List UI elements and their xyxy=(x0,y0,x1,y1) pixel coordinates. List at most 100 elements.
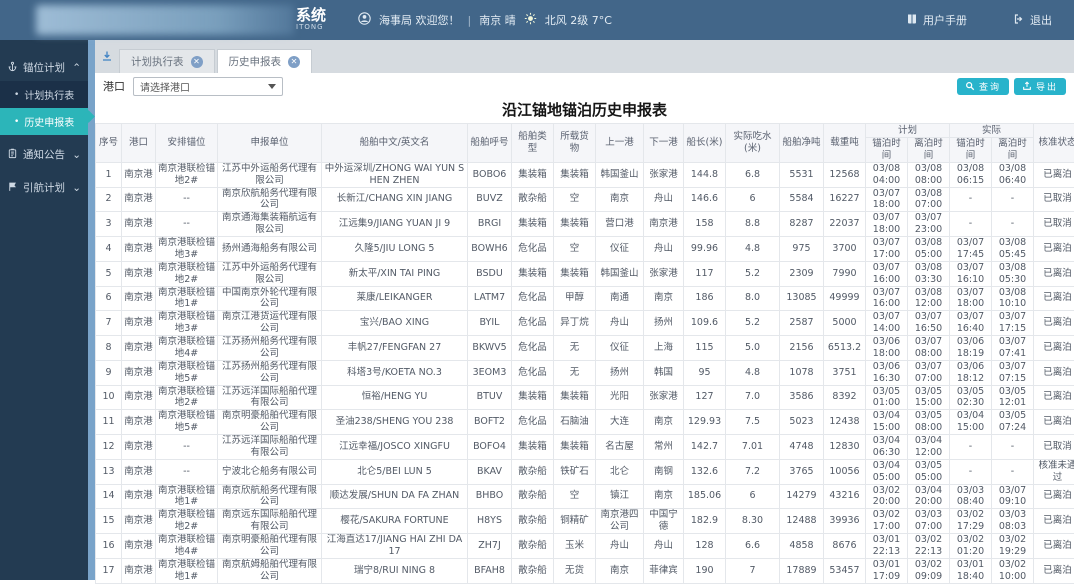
table-row[interactable]: 3南京港--南京通海集装箱航运有限公司江远集9/JIANG YUAN JI 9B… xyxy=(96,212,1074,237)
table-cell: 03/07 18:00 xyxy=(866,187,908,212)
table-cell: H8YS xyxy=(468,509,512,534)
table-cell: 5023 xyxy=(780,410,824,435)
export-button[interactable]: 导出 xyxy=(1014,78,1066,95)
table-row[interactable]: 7南京港南京港联检锚地3#南京江港货运代理有限公司宝兴/BAO XINGBYIL… xyxy=(96,311,1074,336)
table-row[interactable]: 4南京港南京港联检锚地3#扬州通海船务有限公司久隆5/JIU LONG 5BOW… xyxy=(96,237,1074,262)
table-cell: 03/02 22:13 xyxy=(908,534,950,559)
table-cell: 舟山 xyxy=(596,311,644,336)
table-cell: 03/08 04:00 xyxy=(866,162,908,187)
table-cell: 03/07 16:40 xyxy=(950,311,992,336)
table-cell: 舟山 xyxy=(596,534,644,559)
welcome-text: 海事局 欢迎您！ xyxy=(379,12,460,28)
table-row[interactable]: 13南京港--宁波北仑船务有限公司北仑5/BEI LUN 5BKAV散杂船铁矿石… xyxy=(96,459,1074,484)
table-row[interactable]: 14南京港南京港联检锚地1#南京欣航船务代理有限公司顺达发展/SHUN DA F… xyxy=(96,484,1074,509)
table-cell: 已离泊 xyxy=(1034,261,1074,286)
download-icon[interactable] xyxy=(101,47,113,66)
table-cell: 无 xyxy=(554,336,596,361)
table-cell: 8 xyxy=(96,336,122,361)
table-cell: 空 xyxy=(554,484,596,509)
query-label: 查询 xyxy=(979,80,1001,93)
table-cell: 铁矿石 xyxy=(554,459,596,484)
redacted-logo xyxy=(36,5,294,35)
query-button[interactable]: 查询 xyxy=(957,78,1009,95)
close-icon[interactable]: ✕ xyxy=(191,56,203,68)
table-cell: 12488 xyxy=(780,509,824,534)
sidebar-item-history-declaration[interactable]: • 历史申报表 xyxy=(0,108,88,135)
table-row[interactable]: 8南京港南京港联检锚地4#江苏扬州船务代理有限公司丰帆27/FENGFAN 27… xyxy=(96,336,1074,361)
tab-history-declaration[interactable]: 历史申报表 ✕ xyxy=(217,49,313,73)
table-row[interactable]: 5南京港南京港联检锚地2#江苏中外运船务代理有限公司新太平/XIN TAI PI… xyxy=(96,261,1074,286)
table-cell: 营口港 xyxy=(596,212,644,237)
table-row[interactable]: 17南京港南京港联检锚地1#南京航姆船舶代理有限公司瑞宁8/RUI NING 8… xyxy=(96,558,1074,583)
main-content: 计划执行表 ✕ 历史申报表 ✕ 港口 请选择港口 查询 导出 沿江锚地锚泊历史申… xyxy=(95,40,1074,580)
sidebar-group-anchor-plan[interactable]: 锚位计划 ⌃ xyxy=(0,54,88,81)
table-cell: 已离泊 xyxy=(1034,558,1074,583)
column-header: 船长(米) xyxy=(684,124,726,163)
table-cell: 已离泊 xyxy=(1034,162,1074,187)
column-header: 港口 xyxy=(122,124,156,163)
table-cell: 129.93 xyxy=(684,410,726,435)
table-cell: 109.6 xyxy=(684,311,726,336)
chevron-down-icon: ⌄ xyxy=(72,182,81,194)
table-cell: 3751 xyxy=(824,360,866,385)
table-row[interactable]: 1南京港南京港联检锚地2#江苏中外运船务代理有限公司中外运深圳/ZHONG WA… xyxy=(96,162,1074,187)
table-row[interactable]: 10南京港南京港联检锚地2#江苏远洋国际船舶代理有限公司恒裕/HENG YUBT… xyxy=(96,385,1074,410)
table-cell: 科塔3号/KOETA NO.3 xyxy=(322,360,468,385)
table-cell: 舟山 xyxy=(644,534,684,559)
sidebar: 锚位计划 ⌃ • 计划执行表 • 历史申报表 通知公告 ⌄ 引航计划 ⌄ xyxy=(0,40,88,580)
table-cell: 4.8 xyxy=(726,360,780,385)
table-cell: 03/07 16:50 xyxy=(908,311,950,336)
table-cell: 集装箱 xyxy=(512,385,554,410)
table-cell: 03/07 18:00 xyxy=(866,212,908,237)
table-row[interactable]: 9南京港南京港联检锚地5#江苏扬州船务代理有限公司科塔3号/KOETA NO.3… xyxy=(96,360,1074,385)
table-cell: 南京港联检锚地3# xyxy=(156,311,218,336)
close-icon[interactable]: ✕ xyxy=(288,56,300,68)
table-cell: 8392 xyxy=(824,385,866,410)
export-label: 导出 xyxy=(1036,80,1058,93)
tab-plan-execution[interactable]: 计划执行表 ✕ xyxy=(119,49,215,73)
sidebar-item-label: 历史申报表 xyxy=(24,114,74,129)
logout-button[interactable]: 退出 xyxy=(1013,12,1052,28)
sidebar-group-label: 引航计划 xyxy=(23,180,65,195)
table-cell: 南京港 xyxy=(122,237,156,262)
sidebar-item-plan-execution[interactable]: • 计划执行表 xyxy=(0,81,88,108)
table-cell: 江海直达17/JIANG HAI ZHI DA 17 xyxy=(322,534,468,559)
table-cell: 7 xyxy=(96,311,122,336)
table-cell: 镇江 xyxy=(596,484,644,509)
table-cell: 南京港联检锚地2# xyxy=(156,509,218,534)
table-row[interactable]: 16南京港南京港联检锚地4#南京明豪船舶代理有限公司江海直达17/JIANG H… xyxy=(96,534,1074,559)
table-cell: 95 xyxy=(684,360,726,385)
table-cell: 扬州 xyxy=(596,360,644,385)
table-cell: 南京江港货运代理有限公司 xyxy=(218,311,322,336)
table-row[interactable]: 11南京港南京港联检锚地5#南京明豪船舶代理有限公司圣油238/SHENG YO… xyxy=(96,410,1074,435)
table-cell: 集装箱 xyxy=(554,162,596,187)
column-header: 序号 xyxy=(96,124,122,163)
table-cell: 南京 xyxy=(596,558,644,583)
table-row[interactable]: 12南京港--江苏远洋国际船舶代理有限公司江远幸福/JOSCO XINGFUBO… xyxy=(96,435,1074,460)
table-cell: 03/04 05:00 xyxy=(866,459,908,484)
table-cell: 5.2 xyxy=(726,261,780,286)
table-cell: 8.30 xyxy=(726,509,780,534)
chevron-up-icon: ⌃ xyxy=(72,62,81,74)
table-cell: 11 xyxy=(96,410,122,435)
table-cell: 上海 xyxy=(644,336,684,361)
table-cell: 03/07 08:00 xyxy=(908,336,950,361)
table-cell: 江苏中外运船务代理有限公司 xyxy=(218,162,322,187)
table-cell: BSDU xyxy=(468,261,512,286)
sidebar-submenu: • 计划执行表 • 历史申报表 xyxy=(0,81,88,135)
table-cell: 恒裕/HENG YU xyxy=(322,385,468,410)
table-cell: 3EOM3 xyxy=(468,360,512,385)
table-row[interactable]: 6南京港南京港联检锚地1#中国南京外轮代理有限公司莱康/LEIKANGERLAT… xyxy=(96,286,1074,311)
table-row[interactable]: 2南京港--南京欣航船务代理有限公司长新江/CHANG XIN JIANGBUV… xyxy=(96,187,1074,212)
column-header: 安排锚位 xyxy=(156,124,218,163)
sidebar-group-notices[interactable]: 通知公告 ⌄ xyxy=(0,141,88,168)
port-select[interactable]: 请选择港口 xyxy=(133,77,283,96)
table-cell: 03/04 20:00 xyxy=(908,484,950,509)
table-cell: 16227 xyxy=(824,187,866,212)
table-cell: -- xyxy=(156,459,218,484)
user-manual-button[interactable]: 用户手册 xyxy=(906,12,967,28)
sidebar-group-pilotage-plan[interactable]: 引航计划 ⌄ xyxy=(0,174,88,201)
table-cell: 南京港联检锚地1# xyxy=(156,484,218,509)
table-cell: ZH7J xyxy=(468,534,512,559)
table-row[interactable]: 15南京港南京港联检锚地2#南京远东国际船舶代理有限公司樱花/SAKURA FO… xyxy=(96,509,1074,534)
